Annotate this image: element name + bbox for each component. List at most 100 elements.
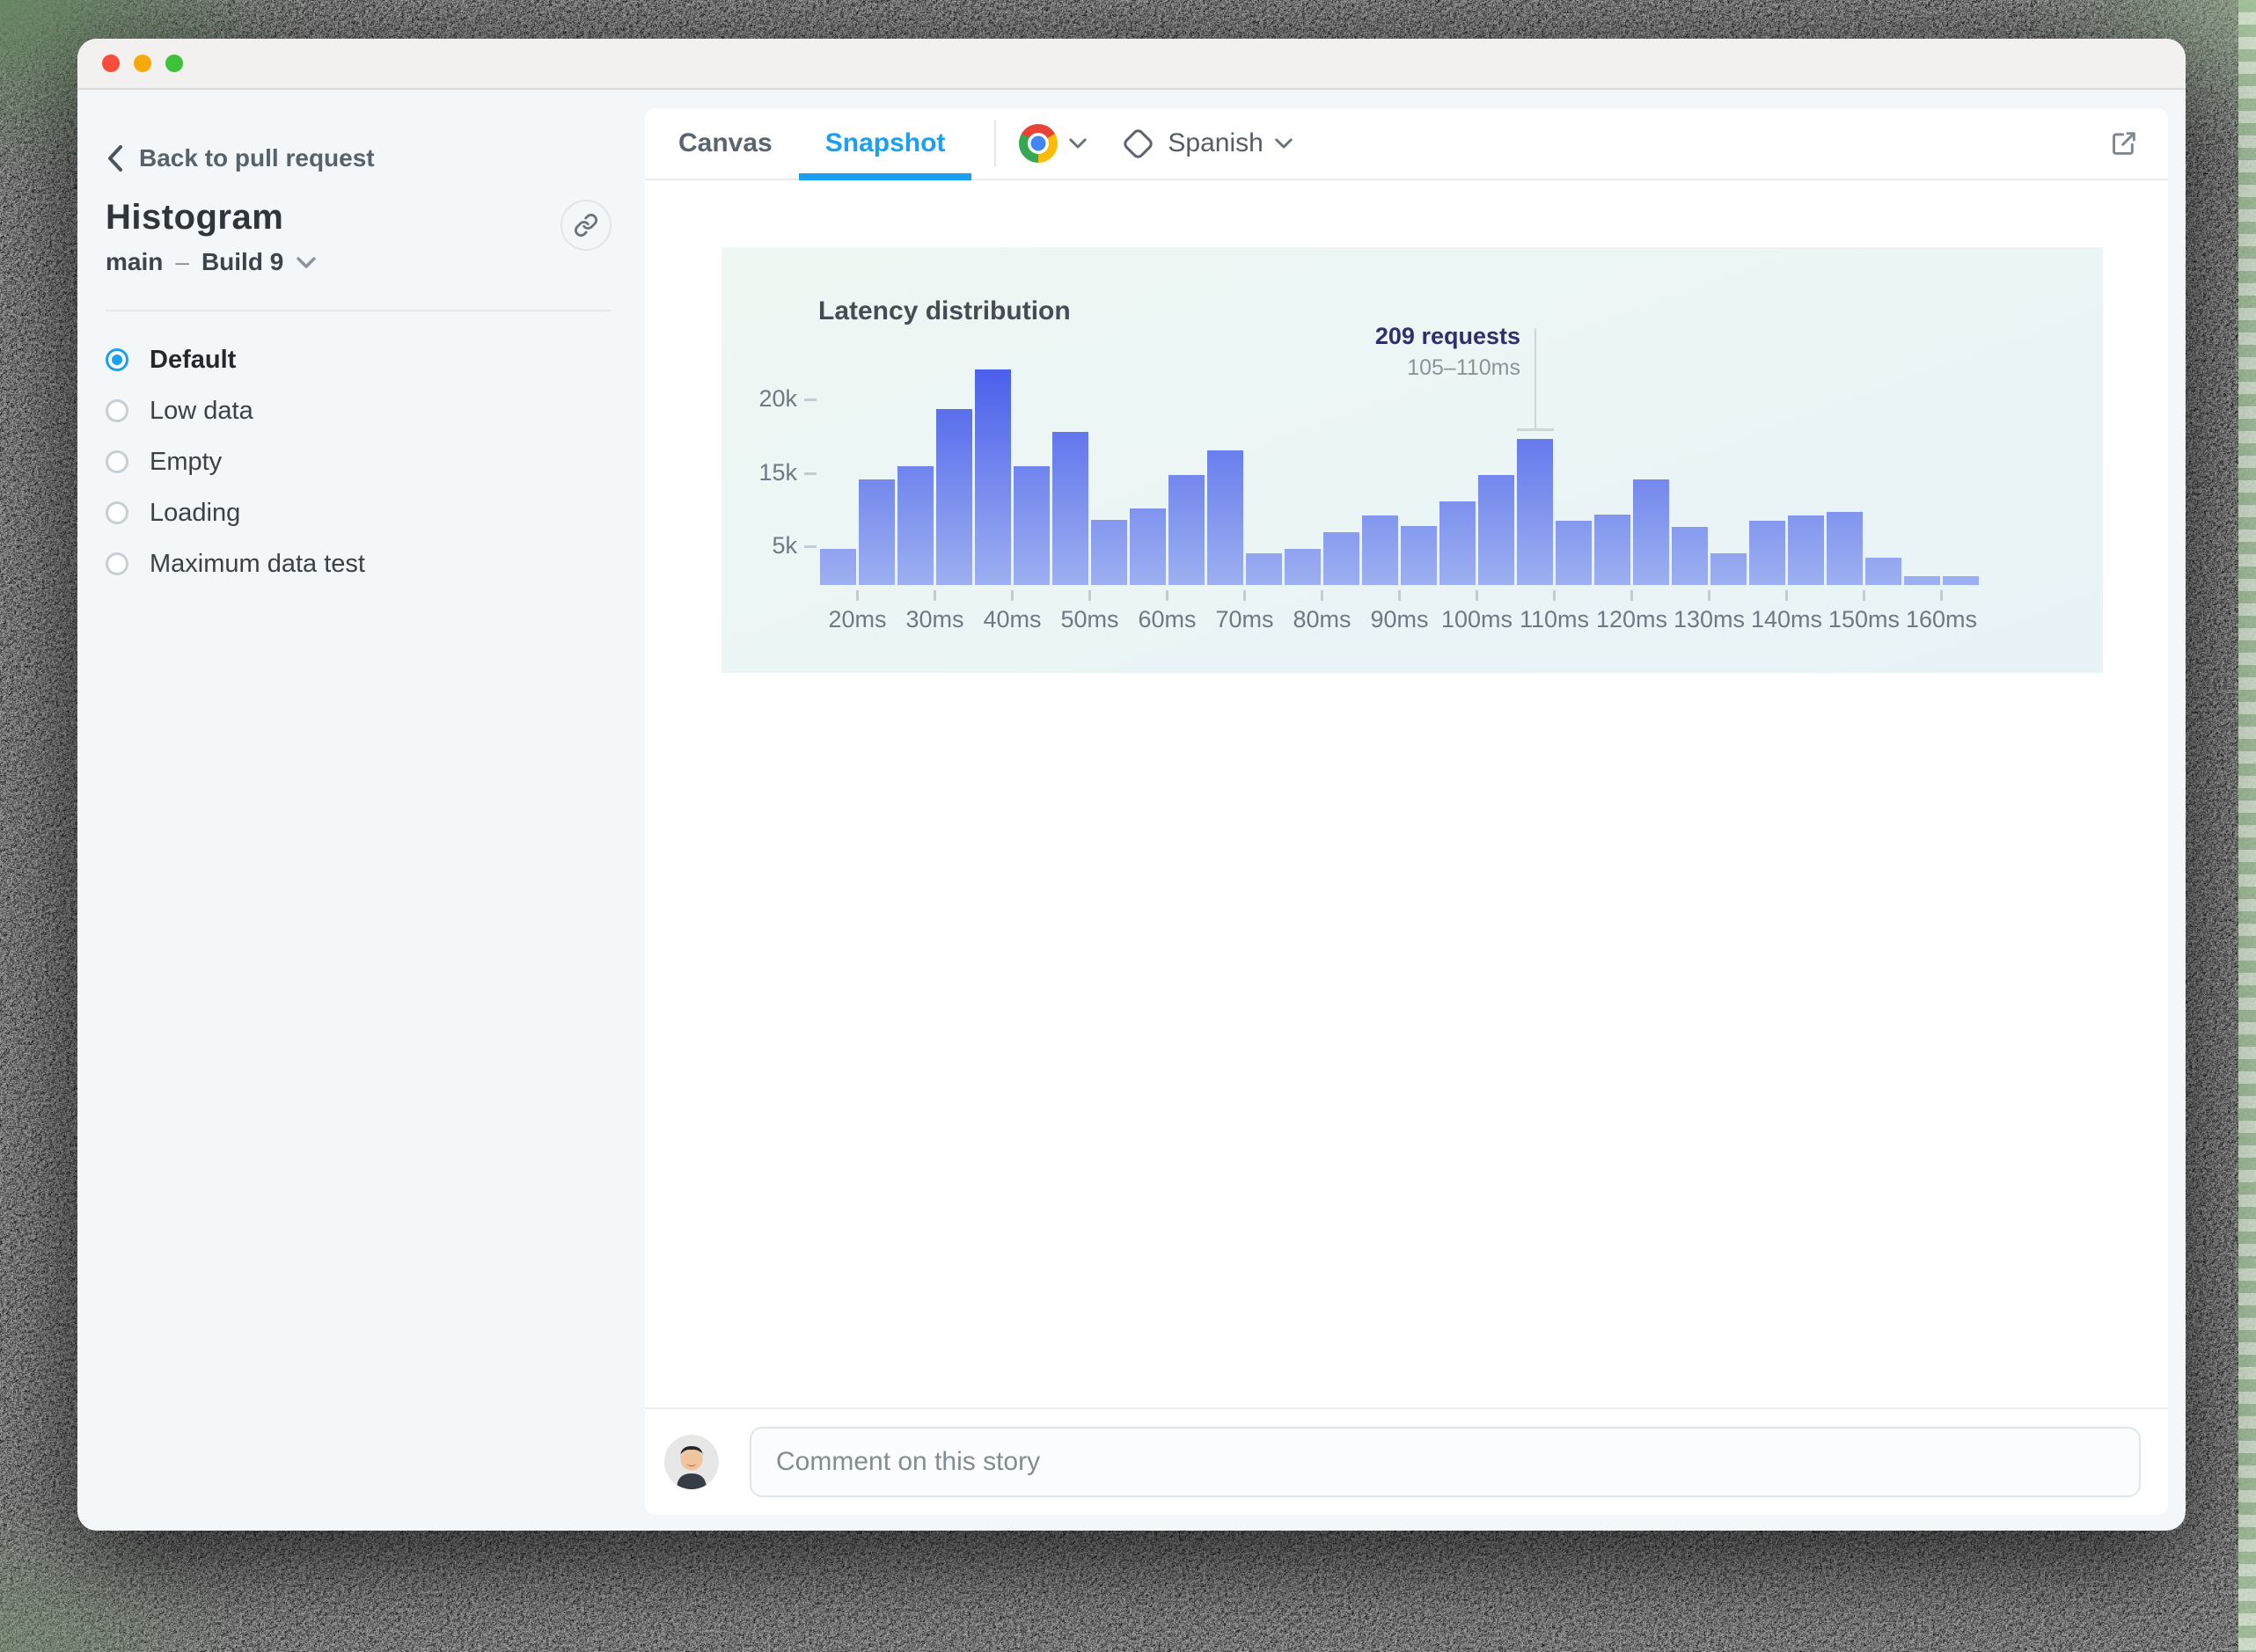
chevron-down-icon[interactable] — [1274, 137, 1293, 150]
radio-icon[interactable] — [106, 552, 128, 575]
histogram-bar[interactable] — [1285, 549, 1321, 585]
histogram-bar[interactable] — [1943, 576, 1979, 585]
histogram-bar[interactable] — [1904, 576, 1940, 585]
back-label: Back to pull request — [139, 144, 375, 172]
histogram-bar[interactable] — [1052, 432, 1088, 585]
back-to-pull-request-link[interactable]: Back to pull request — [106, 143, 645, 173]
radio-icon[interactable] — [106, 348, 128, 371]
open-in-new-window-button[interactable] — [2110, 129, 2138, 157]
histogram-bar[interactable] — [1517, 439, 1553, 585]
histogram-bar[interactable] — [1633, 479, 1669, 585]
latency-chart-panel: Latency distribution 20k 15k 5k 20ms 30ms 40… — [721, 247, 2103, 673]
story-radio-item[interactable]: Default — [106, 334, 645, 385]
chevron-down-icon[interactable] — [1068, 137, 1088, 150]
chart-tooltip: 209 requests 105–110ms — [1375, 323, 1520, 381]
branch-build-selector[interactable]: main – Build 9 — [106, 248, 645, 276]
branch-name: main — [106, 248, 164, 275]
x-axis-label: 30ms — [905, 606, 964, 632]
histogram-bar[interactable] — [1168, 475, 1205, 585]
green-corner-tint — [0, 1511, 229, 1652]
histogram-bar[interactable] — [1246, 553, 1282, 585]
green-edge-strip — [2238, 0, 2256, 1652]
x-axis-tick — [1166, 590, 1168, 601]
app-window: Back to pull request Histogram main – Bu… — [77, 39, 2186, 1531]
histogram-bar[interactable] — [936, 409, 972, 585]
story-label: Loading — [150, 498, 241, 527]
radio-icon[interactable] — [106, 501, 128, 524]
x-axis-tick — [1011, 590, 1014, 601]
y-axis-label: 20k — [758, 385, 797, 412]
desktop-background: Back to pull request Histogram main – Bu… — [0, 0, 2256, 1652]
y-axis-tick — [804, 545, 817, 548]
histogram-bar[interactable] — [1672, 527, 1708, 585]
story-label: Low data — [150, 396, 253, 425]
y-axis-tick — [804, 398, 817, 401]
x-axis-tick — [856, 590, 859, 601]
histogram-bar[interactable] — [1556, 521, 1592, 585]
story-radio-item[interactable]: Empty — [106, 436, 645, 487]
tab-snapshot[interactable]: Snapshot — [798, 108, 972, 180]
histogram-bar[interactable] — [859, 479, 895, 585]
story-list: Default Low data Empty Loading Maximum data … — [106, 334, 645, 589]
user-avatar[interactable] — [664, 1435, 719, 1489]
toolbar-divider — [994, 120, 997, 167]
x-axis-tick — [1088, 590, 1091, 601]
histogram-bar[interactable] — [1865, 558, 1901, 585]
histogram-bar[interactable] — [1091, 520, 1127, 585]
viewport-label[interactable]: Spanish — [1168, 128, 1263, 158]
x-axis-label: 160ms — [1905, 606, 1978, 632]
chrome-browser-icon[interactable] — [1019, 124, 1058, 163]
component-header: Histogram main – Build 9 — [106, 198, 645, 276]
x-axis-tick — [1940, 590, 1943, 601]
x-axis-label: 150ms — [1828, 606, 1901, 632]
external-link-icon — [2113, 132, 2135, 155]
x-axis-tick — [1630, 590, 1633, 601]
minimize-button[interactable] — [134, 55, 151, 72]
tooltip-leader-line — [1535, 328, 1536, 428]
x-axis-label: 90ms — [1370, 606, 1429, 632]
histogram-bar[interactable] — [1439, 501, 1476, 585]
comment-input[interactable] — [750, 1427, 2141, 1497]
viewport-diamond-icon[interactable] — [1121, 126, 1155, 161]
histogram-bar[interactable] — [1749, 521, 1785, 585]
x-axis-label: 60ms — [1138, 606, 1197, 632]
x-axis-tick — [1398, 590, 1401, 601]
radio-icon[interactable] — [106, 450, 128, 473]
story-radio-item[interactable]: Low data — [106, 385, 645, 436]
tab-canvas[interactable]: Canvas — [652, 108, 799, 179]
window-titlebar — [77, 39, 2186, 90]
y-axis-tick — [804, 472, 817, 475]
zoom-button[interactable] — [165, 55, 183, 72]
histogram-bar[interactable] — [820, 549, 856, 585]
copy-link-button[interactable] — [560, 200, 612, 251]
x-axis-label: 50ms — [1060, 606, 1119, 632]
histogram-bar[interactable] — [1788, 515, 1824, 585]
build-name: Build 9 — [201, 248, 284, 275]
x-axis-tick — [1863, 590, 1865, 601]
histogram-bar[interactable] — [1207, 450, 1243, 585]
x-axis-tick — [1785, 590, 1788, 601]
histogram-bar[interactable] — [1594, 515, 1630, 585]
histogram-bar[interactable] — [1401, 526, 1437, 585]
y-axis-label: 15k — [758, 459, 797, 486]
histogram-bar[interactable] — [897, 466, 934, 585]
x-axis-tick — [934, 590, 936, 601]
story-radio-item[interactable]: Loading — [106, 487, 645, 538]
story-radio-item[interactable]: Maximum data test — [106, 538, 645, 589]
x-axis-tick — [1553, 590, 1556, 601]
x-axis-label: 140ms — [1750, 606, 1823, 632]
x-axis-tick — [1476, 590, 1478, 601]
histogram-bar[interactable] — [1478, 475, 1514, 585]
histogram-bar[interactable] — [1130, 508, 1166, 585]
separator: – — [175, 248, 189, 275]
tab-label: Snapshot — [824, 128, 946, 157]
close-button[interactable] — [102, 55, 120, 72]
histogram-bar[interactable] — [1323, 532, 1359, 585]
histogram-bar[interactable] — [1827, 512, 1863, 585]
histogram-bar[interactable] — [975, 369, 1011, 585]
histogram-bar[interactable] — [1362, 515, 1398, 585]
histogram-bar[interactable] — [1014, 466, 1050, 585]
histogram-bar[interactable] — [1710, 553, 1747, 585]
chevron-down-icon — [297, 256, 316, 268]
radio-icon[interactable] — [106, 399, 128, 422]
